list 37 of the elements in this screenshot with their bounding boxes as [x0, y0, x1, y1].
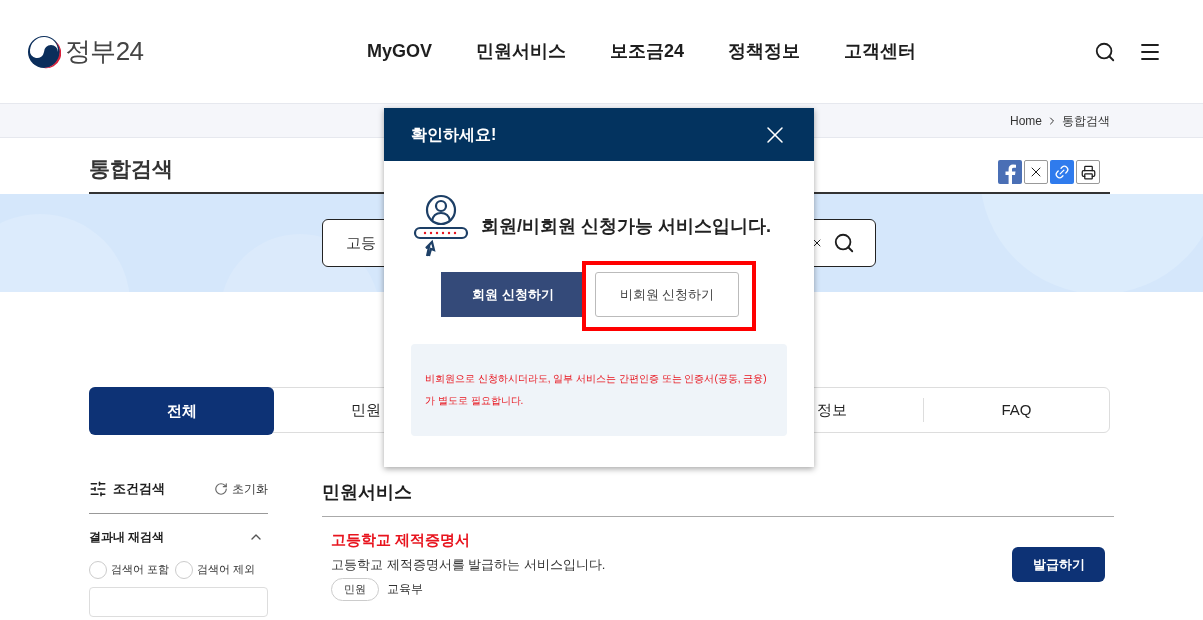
breadcrumb-link[interactable]: 통합검색 [1062, 111, 1110, 130]
nav-link[interactable]: 고객센터 [844, 38, 917, 65]
nav-link[interactable]: MyGOV [367, 38, 432, 65]
search-icon[interactable] [833, 232, 855, 254]
section-heading: 민원서비스 [322, 479, 1114, 517]
tab[interactable]: 전체 [89, 387, 274, 435]
search-value: 고등 [346, 232, 376, 253]
facebook-icon[interactable] [998, 160, 1022, 184]
issue-button[interactable]: 발급하기 [1012, 547, 1105, 583]
page-title: 통합검색 [89, 155, 173, 182]
radio-label: 검색어 포함 [111, 562, 170, 578]
nav-link[interactable]: 정책정보 [728, 38, 801, 65]
logo-text[interactable]: 정부24 [65, 32, 144, 71]
link-icon[interactable] [1050, 160, 1074, 184]
print-icon[interactable] [1076, 160, 1100, 184]
logo-icon[interactable] [27, 34, 61, 69]
input-field[interactable] [89, 586, 268, 617]
tab[interactable]: FAQ [923, 398, 1109, 422]
reset-button[interactable]: 초기화 [214, 479, 268, 498]
refresh-icon [214, 481, 228, 496]
dialog-message: 회원/비회원 신청가능 서비스입니다. [481, 214, 771, 238]
filter-icon [89, 479, 107, 498]
radio-label: 검색어 제외 [197, 562, 256, 578]
result-description: 고등학교 제적증명서를 발급하는 서비스입니다. [331, 555, 606, 574]
user-login-icon [413, 194, 469, 258]
nav-link[interactable]: 보조금24 [610, 38, 685, 65]
nav-link[interactable]: 민원서비스 [476, 38, 566, 65]
filter-title: 조건검색 [113, 480, 165, 498]
x-share-icon[interactable] [1024, 160, 1048, 184]
dialog-title: 확인하세요! [411, 124, 497, 145]
search-icon[interactable] [1094, 40, 1116, 63]
apply-button[interactable]: 회원 신청하기 [441, 272, 585, 317]
breadcrumb-link[interactable]: Home [1010, 111, 1042, 130]
section-title: 결과내 재검색 [89, 528, 165, 546]
apply-button[interactable]: 비회원 신청하기 [595, 272, 739, 317]
result-title[interactable]: 고등학교 제적증명서 [331, 529, 606, 552]
agency-label: 교육부 [387, 581, 423, 599]
